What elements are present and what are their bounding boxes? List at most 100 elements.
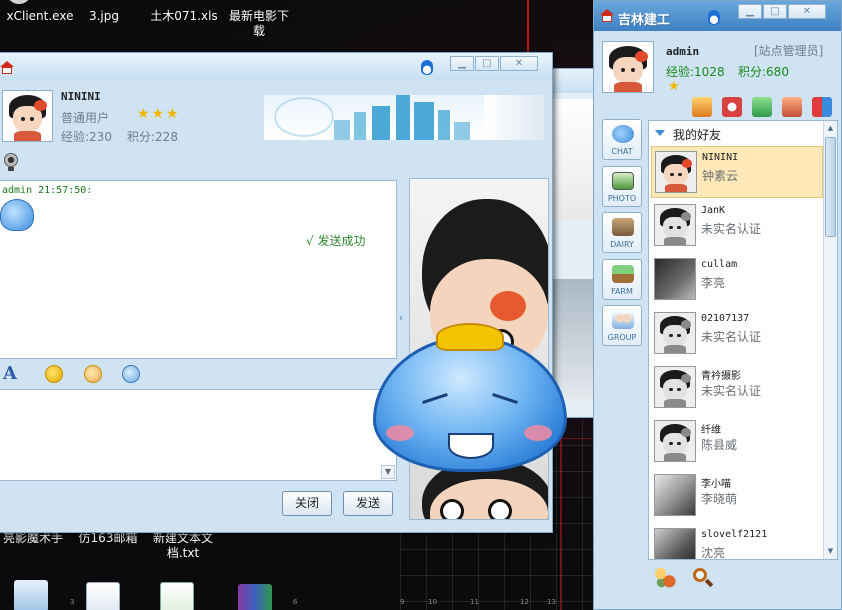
search-magnifier-icon[interactable] [692,567,714,589]
friend-item[interactable]: cullam 李亮 [651,254,823,306]
send-button[interactable]: 发送 [343,491,393,516]
close-button[interactable]: 关闭 [282,491,332,516]
friend-item[interactable]: slovelf2121 沈亮 [651,524,823,559]
home-icon [600,9,614,22]
contact-exp: 经验:230 [61,130,112,144]
farm-tab[interactable]: FARM [602,259,642,300]
friend-item[interactable]: 青衿摄影 未实名认证 [651,362,823,414]
message-input[interactable]: ▼ [0,389,397,481]
friend-item[interactable]: NININI 钟素云 [651,146,823,198]
farm-plant-icon [612,265,634,283]
friend-nickname: 02107137 [701,313,750,324]
my-star: ★ [668,79,682,94]
funny-face-icon[interactable] [84,365,102,383]
alarm-clock-icon[interactable] [722,97,742,117]
group-tab[interactable]: GROUP [602,305,642,346]
winrar-archive-icon[interactable] [238,584,272,610]
ruler-mark: 9 [400,598,405,606]
desktop-icon-label[interactable]: 亮影魔术手 [0,531,66,546]
photo-tab[interactable]: PHOTO [602,166,642,207]
diary-tab[interactable]: DAIRY [602,212,642,253]
friend-item[interactable]: 纤维 陈县威 [651,416,823,468]
close-window-button[interactable]: ✕ [788,4,826,19]
chat-tab[interactable]: CHAT [602,119,642,160]
desktop-app-icon[interactable] [8,0,30,4]
chat-titlebar[interactable]: ▁ □ ✕ [0,53,552,81]
group-people-icon [612,311,634,329]
scrollbar-thumb[interactable] [825,137,836,237]
desktop-icon-label[interactable]: 仿163邮箱 [78,531,138,546]
friend-nickname: 李小喵 [701,479,731,490]
scroll-down-arrow[interactable]: ▼ [381,465,395,479]
game-icon[interactable] [752,97,772,117]
minimize-button[interactable]: ▁ [450,56,474,71]
friend-item[interactable]: 李小喵 李晓萌 [651,470,823,522]
desktop-icon-label[interactable]: 3.jpg [84,9,124,24]
my-points: 积分:680 [738,65,789,79]
scroll-down-arrow[interactable]: ▼ [825,545,836,558]
background-window[interactable] [548,68,595,418]
friend-list[interactable]: 我的好友 NININI 钟素云 JanK 未实名认证 cullam 李亮 021… [648,120,838,560]
message-history[interactable]: admin 21:57:50: √ 发送成功 [0,180,397,359]
friend-avatar [654,420,696,462]
desktop-icon-label[interactable]: 土木071.xls [148,9,220,24]
home-space-icon[interactable] [692,97,712,117]
friend-realname: 陈县威 [701,438,738,452]
desktop-icon-label[interactable]: 最新电影下载 [226,9,292,39]
friend-avatar [655,151,697,193]
collapse-arrow[interactable]: ‹ [399,313,403,324]
my-exp: 经验:1028 [666,65,725,79]
scroll-up-arrow[interactable]: ▲ [825,122,836,135]
app-title: 吉林建工 [618,13,671,28]
friend-list-scrollbar[interactable]: ▲ ▼ [823,121,837,559]
diary-book-icon [612,218,634,236]
background-window-titlebar[interactable] [549,69,594,93]
emoticon-message [0,199,34,231]
emoji-icon[interactable] [45,365,63,383]
excel-document-icon[interactable] [160,582,194,610]
maximize-button[interactable]: □ [763,4,787,19]
window-controls: ▁ □ ✕ [738,4,826,19]
friend-avatar [654,312,696,354]
magic-emotion-icon[interactable] [122,365,140,383]
settings-puzzle-icon[interactable] [654,567,676,589]
send-success-status: √ 发送成功 [306,234,366,248]
friend-nickname: slovelf2121 [701,529,768,540]
message-sender-time: admin 21:57:50: [2,185,93,196]
penguin-icon [708,10,720,25]
friend-item[interactable]: JanK 未实名认证 [651,200,823,252]
close-window-button[interactable]: ✕ [500,56,538,71]
friend-group-header[interactable]: 我的好友 [649,121,823,145]
home-icon [0,61,14,74]
desktop-icon-label[interactable]: 新建文本文档.txt [150,531,216,561]
webcam-icon[interactable] [0,151,22,173]
star-rating: ★★★ [137,106,181,122]
word-document-icon[interactable] [86,582,120,610]
contact-avatar[interactable] [2,90,53,142]
buddy-list-window[interactable]: ▁ □ ✕ 吉林建工 admin [站点管理员] 经验:1028 积分:680 … [593,0,842,610]
friend-realname: 未实名认证 [701,222,762,236]
my-avatar[interactable] [602,41,654,93]
friend-nickname: cullam [701,259,738,270]
mailbox-icon[interactable] [782,97,802,117]
background-window-image [553,279,593,399]
ruler-mark: 10 [428,598,437,606]
apps-icon[interactable] [812,97,832,117]
red-bow-icon [490,291,526,321]
group-name: 我的好友 [673,128,722,142]
closed-eye-icon [488,383,522,413]
desktop-icon-label[interactable]: xClient.exe [4,9,76,24]
friend-nickname: JanK [701,205,726,216]
font-button[interactable]: A [3,364,25,384]
friend-nickname: 青衿摄影 [701,371,741,382]
maximize-button[interactable]: □ [475,56,499,71]
contact-nickname: NININI [61,90,101,103]
background-window-art [553,99,593,219]
minimize-button[interactable]: ▁ [738,4,762,19]
photo-icon [612,172,634,190]
friend-avatar [654,258,696,300]
chat-bubble-icon [612,125,634,143]
ie-icon[interactable] [14,580,48,610]
friend-item[interactable]: 02107137 未实名认证 [651,308,823,360]
expand-triangle-icon [655,130,665,136]
